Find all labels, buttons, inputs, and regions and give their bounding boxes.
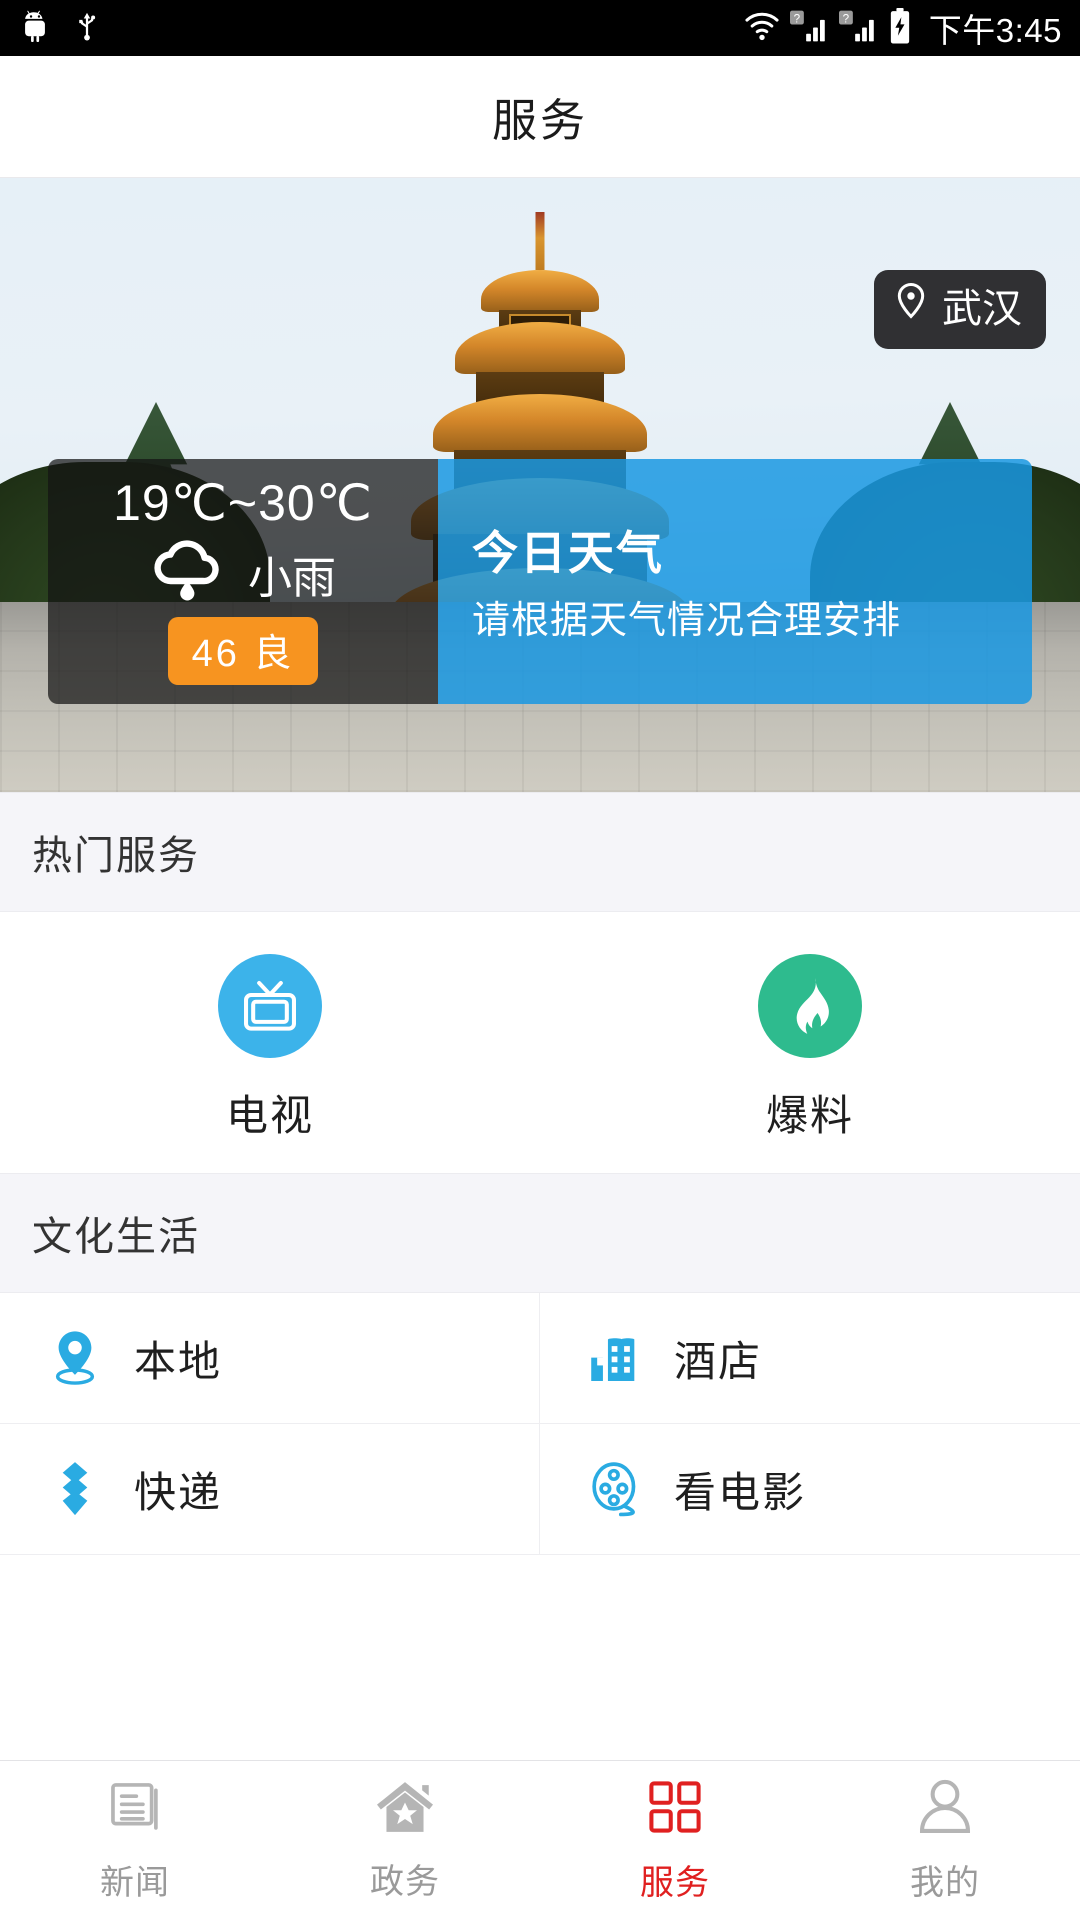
culture-item-label: 本地 bbox=[134, 1337, 223, 1385]
status-bar: ? ? 下午3:45 bbox=[0, 0, 1080, 56]
map-pin-icon bbox=[44, 1329, 106, 1387]
culture-life-grid: 本地 酒店 快递 看电影 bbox=[0, 1293, 1080, 1555]
bottom-tab-bar: 新闻 政务 服务 我的 bbox=[0, 1760, 1080, 1920]
film-reel-icon bbox=[584, 1461, 646, 1517]
express-diamond-icon bbox=[44, 1461, 106, 1517]
location-badge-label: 武汉 bbox=[942, 286, 1022, 331]
grid-squares-icon bbox=[646, 1778, 704, 1841]
hot-service-item-tv[interactable]: 电视 bbox=[0, 954, 540, 1143]
home-star-icon bbox=[375, 1779, 435, 1840]
status-bar-clock: 下午3:45 bbox=[928, 12, 1062, 49]
signal-sim1-icon: ? bbox=[789, 9, 830, 48]
hot-service-item-report[interactable]: 爆料 bbox=[540, 954, 1080, 1143]
culture-item-label: 看电影 bbox=[674, 1468, 807, 1516]
section-header-culture-life: 文化生活 bbox=[0, 1173, 1080, 1293]
section-header-hot-services: 热门服务 bbox=[0, 792, 1080, 912]
app-header: 服务 bbox=[0, 56, 1080, 178]
status-bar-left-icons bbox=[18, 9, 102, 48]
weather-advice-card[interactable]: 今日天气 请根据天气情况合理安排 bbox=[438, 459, 1032, 704]
tab-news[interactable]: 新闻 bbox=[0, 1761, 270, 1920]
culture-item-local[interactable]: 本地 bbox=[0, 1293, 540, 1424]
culture-item-movie[interactable]: 看电影 bbox=[540, 1424, 1080, 1555]
tab-label: 新闻 bbox=[100, 1863, 170, 1902]
tab-services[interactable]: 服务 bbox=[540, 1761, 810, 1920]
hero-banner[interactable]: 武汉 19℃~30℃ 小雨 46 良 今日天气 请根据天气情况合理安排 bbox=[0, 178, 1080, 792]
news-document-icon bbox=[106, 1778, 164, 1841]
flame-icon bbox=[758, 954, 862, 1058]
tv-icon bbox=[218, 954, 322, 1058]
culture-item-label: 酒店 bbox=[674, 1337, 763, 1385]
tab-government[interactable]: 政务 bbox=[270, 1761, 540, 1920]
weather-temperature-range: 19℃~30℃ bbox=[113, 475, 373, 531]
weather-overlay: 19℃~30℃ 小雨 46 良 今日天气 请根据天气情况合理安排 bbox=[48, 459, 1032, 704]
weather-advice-description: 请根据天气情况合理安排 bbox=[472, 599, 902, 642]
culture-item-hotel[interactable]: 酒店 bbox=[540, 1293, 1080, 1424]
tab-label: 服务 bbox=[640, 1863, 710, 1902]
rain-cloud-icon bbox=[150, 540, 226, 607]
hot-services-grid: 电视 爆料 bbox=[0, 912, 1080, 1173]
weather-advice-title: 今日天气 bbox=[472, 526, 664, 579]
page-title: 服务 bbox=[491, 95, 588, 146]
battery-charging-icon bbox=[888, 7, 912, 49]
culture-item-label: 快递 bbox=[134, 1468, 223, 1516]
tab-label: 我的 bbox=[910, 1863, 980, 1902]
culture-item-express[interactable]: 快递 bbox=[0, 1424, 540, 1555]
location-badge[interactable]: 武汉 bbox=[874, 270, 1046, 349]
air-quality-badge: 46 良 bbox=[167, 617, 319, 685]
wifi-icon bbox=[743, 9, 781, 48]
weather-condition-label: 小雨 bbox=[248, 553, 336, 603]
person-icon bbox=[917, 1778, 973, 1841]
hotel-building-icon bbox=[584, 1332, 646, 1384]
weather-summary-card[interactable]: 19℃~30℃ 小雨 46 良 bbox=[48, 459, 438, 704]
usb-icon bbox=[72, 9, 102, 48]
hot-service-label: 爆料 bbox=[765, 1092, 854, 1139]
android-robot-icon bbox=[18, 9, 52, 48]
status-bar-right-icons: ? ? 下午3:45 bbox=[743, 4, 1062, 52]
svg-text:?: ? bbox=[842, 12, 849, 25]
hot-service-label: 电视 bbox=[225, 1092, 314, 1139]
svg-text:?: ? bbox=[793, 12, 800, 25]
location-pin-icon bbox=[892, 282, 930, 335]
tab-mine[interactable]: 我的 bbox=[810, 1761, 1080, 1920]
signal-sim2-icon: ? bbox=[838, 9, 879, 48]
tab-label: 政务 bbox=[370, 1862, 440, 1901]
